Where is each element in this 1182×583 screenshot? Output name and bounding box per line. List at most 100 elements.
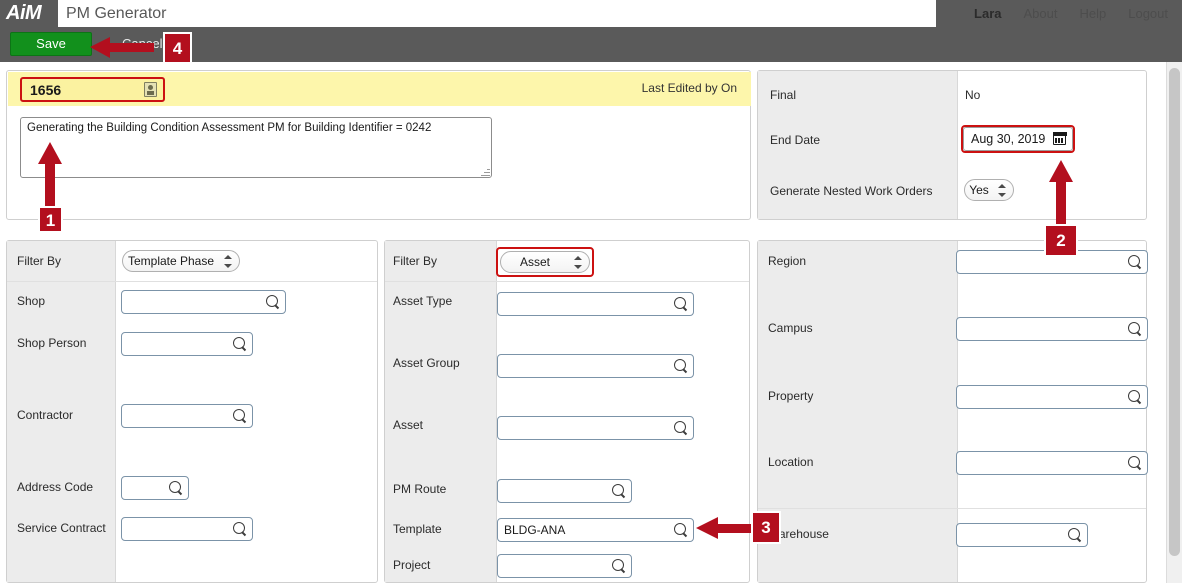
search-icon[interactable]: [612, 484, 626, 498]
asset-group-input[interactable]: [497, 354, 694, 378]
left-filter-by-label: Filter By: [17, 254, 62, 268]
search-icon[interactable]: [1128, 255, 1142, 269]
description-textarea[interactable]: [20, 117, 492, 178]
record-id-field[interactable]: 1656: [20, 77, 165, 102]
project-label: Project: [393, 558, 431, 572]
annotation-arrow-3: [696, 517, 752, 539]
mid-filter-by-label: Filter By: [393, 254, 438, 268]
shop-person-label: Shop Person: [17, 336, 87, 350]
record-settings-panel: Final No End Date Aug 30, 2019 Generate …: [757, 70, 1147, 220]
page-scrollbar[interactable]: [1166, 62, 1182, 583]
service-contract-input[interactable]: [121, 517, 253, 541]
pm-route-input[interactable]: [497, 479, 632, 503]
search-icon[interactable]: [1128, 456, 1142, 470]
chevron-updown-icon: [574, 256, 582, 269]
location-label: Location: [768, 455, 814, 469]
template-value: BLDG-ANA: [504, 523, 566, 537]
divider: [758, 508, 1146, 509]
property-label: Property: [768, 389, 814, 403]
active-tab-background: [58, 0, 936, 27]
search-icon[interactable]: [266, 295, 280, 309]
record-id-band: 1656 Last Edited by On: [8, 72, 751, 106]
address-code-input[interactable]: [121, 476, 189, 500]
campus-label: Campus: [768, 321, 813, 335]
annotation-badge-3: 3: [751, 511, 781, 544]
search-icon[interactable]: [1128, 390, 1142, 404]
mid-filter-by-value: Asset: [519, 255, 550, 269]
generate-nested-work-orders-label: Generate Nested Work Orders: [770, 184, 933, 198]
document-lookup-icon[interactable]: [144, 82, 157, 97]
top-bar: AiM PM Generator Lara About Help Logout: [0, 0, 1182, 27]
nav-user-name[interactable]: Lara: [974, 6, 1001, 21]
aim-logo: AiM: [6, 2, 42, 24]
calendar-icon[interactable]: [1052, 131, 1067, 145]
textarea-resize-handle[interactable]: [481, 167, 490, 176]
nav-logout-link[interactable]: Logout: [1128, 6, 1168, 21]
asset-type-input[interactable]: [497, 292, 694, 316]
shop-label: Shop: [17, 294, 46, 308]
search-icon[interactable]: [1068, 528, 1082, 542]
annotation-badge-4: 4: [163, 32, 192, 64]
divider: [7, 281, 377, 282]
search-icon[interactable]: [612, 559, 626, 573]
contractor-input[interactable]: [121, 404, 253, 428]
record-id-value: 1656: [30, 82, 62, 98]
scrollbar-thumb[interactable]: [1169, 68, 1180, 556]
region-label: Region: [768, 254, 807, 268]
search-icon[interactable]: [674, 523, 688, 537]
service-contract-label: Service Contract: [17, 521, 106, 535]
location-filter-panel: Region Campus Property Location Warehous…: [757, 240, 1148, 583]
search-icon[interactable]: [233, 522, 247, 536]
annotation-arrow-2: [1049, 160, 1073, 228]
annotation-badge-1: 1: [38, 206, 63, 233]
generate-nested-work-orders-select[interactable]: Yes: [964, 179, 1014, 201]
chevron-updown-icon: [224, 255, 232, 268]
search-icon[interactable]: [233, 337, 247, 351]
chevron-updown-icon: [998, 184, 1006, 197]
annotation-arrow-4: [90, 37, 154, 58]
search-icon[interactable]: [674, 297, 688, 311]
search-icon[interactable]: [674, 359, 688, 373]
end-date-label: End Date: [770, 133, 821, 147]
shop-input[interactable]: [121, 290, 286, 314]
search-icon[interactable]: [233, 409, 247, 423]
project-input[interactable]: [497, 554, 632, 578]
search-icon[interactable]: [169, 481, 183, 495]
location-input[interactable]: [956, 451, 1148, 475]
annotation-arrow-1: [38, 142, 62, 212]
pm-generator-window: AiM PM Generator Lara About Help Logout …: [0, 0, 1182, 583]
asset-type-label: Asset Type: [393, 294, 453, 308]
end-date-field[interactable]: Aug 30, 2019: [963, 127, 1073, 151]
top-nav: Lara About Help Logout: [974, 0, 1182, 27]
campus-input[interactable]: [956, 317, 1148, 341]
end-date-value: Aug 30, 2019: [971, 132, 1046, 146]
search-icon[interactable]: [674, 421, 688, 435]
last-edited-label: Last Edited by On: [641, 81, 737, 95]
page-title: PM Generator: [66, 5, 167, 22]
property-input[interactable]: [956, 385, 1148, 409]
generate-nested-work-orders-value: Yes: [969, 183, 989, 197]
divider: [385, 281, 749, 282]
contractor-label: Contractor: [17, 408, 74, 422]
template-label: Template: [393, 522, 442, 536]
nav-help-link[interactable]: Help: [1079, 6, 1106, 21]
annotation-badge-2: 2: [1044, 224, 1078, 257]
final-label: Final: [770, 88, 797, 102]
left-filter-by-select[interactable]: Template Phase: [122, 250, 240, 272]
template-input[interactable]: BLDG-ANA: [497, 518, 694, 542]
asset-input[interactable]: [497, 416, 694, 440]
left-filter-by-value: Template Phase: [127, 254, 215, 268]
record-header-panel: 1656 Last Edited by On: [6, 70, 751, 220]
mid-filter-by-select[interactable]: Asset: [500, 251, 590, 273]
asset-label: Asset: [393, 418, 424, 432]
final-value: No: [965, 88, 981, 102]
address-code-label: Address Code: [17, 480, 94, 494]
asset-group-label: Asset Group: [393, 356, 460, 370]
shop-filter-panel: Filter By Template Phase Shop Shop Perso…: [6, 240, 378, 583]
warehouse-input[interactable]: [956, 523, 1088, 547]
search-icon[interactable]: [1128, 322, 1142, 336]
shop-person-input[interactable]: [121, 332, 253, 356]
save-button[interactable]: Save: [10, 32, 92, 56]
pm-route-label: PM Route: [393, 482, 447, 496]
nav-about-link[interactable]: About: [1024, 6, 1058, 21]
